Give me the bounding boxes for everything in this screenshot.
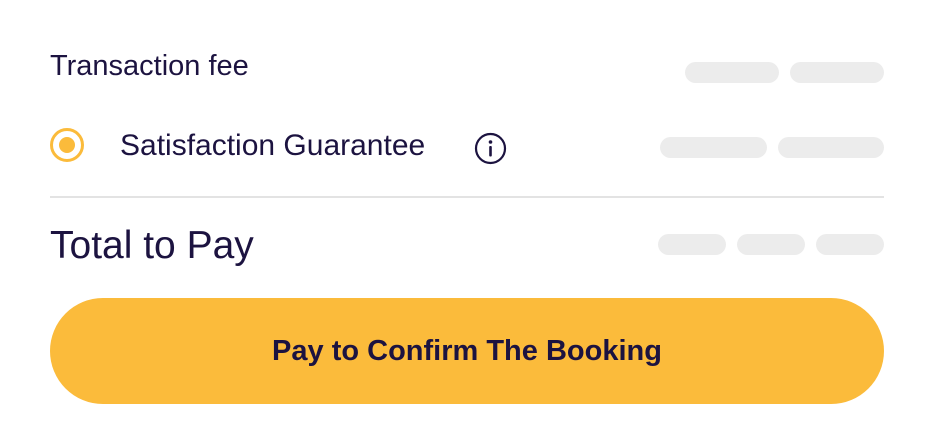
total-to-pay-label: Total to Pay	[50, 224, 254, 267]
radio-dot	[59, 137, 75, 153]
satisfaction-guarantee-label: Satisfaction Guarantee	[120, 129, 426, 162]
info-icon[interactable]	[474, 132, 507, 165]
total-amount-placeholder	[658, 234, 726, 255]
transaction-fee-amount-placeholder	[685, 62, 779, 83]
transaction-fee-label: Transaction fee	[50, 50, 249, 82]
guarantee-amount-placeholder	[778, 137, 884, 158]
radio-selected-icon[interactable]	[50, 128, 84, 162]
pay-to-confirm-button[interactable]: Pay to Confirm The Booking	[50, 298, 884, 404]
total-amount-placeholder	[737, 234, 805, 255]
total-amount-placeholder	[816, 234, 884, 255]
transaction-fee-amount-placeholder	[790, 62, 884, 83]
guarantee-amount-placeholder	[660, 137, 767, 158]
divider	[50, 196, 884, 198]
